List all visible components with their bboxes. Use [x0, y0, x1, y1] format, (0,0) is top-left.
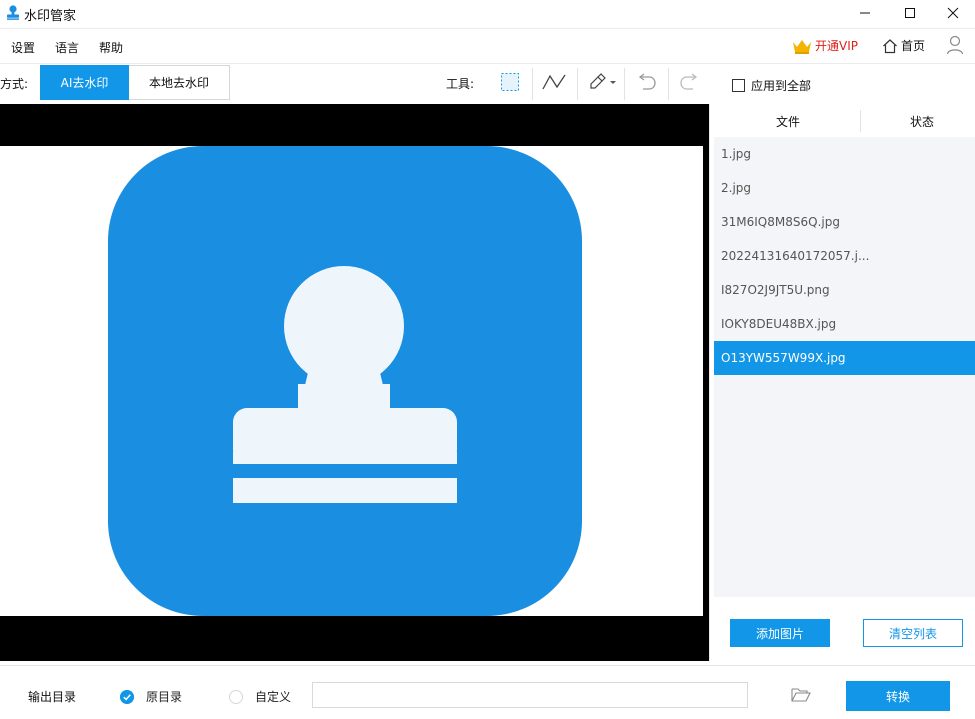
vip-button[interactable]: 开通VIP: [792, 37, 858, 54]
add-image-button[interactable]: 添加图片: [730, 619, 830, 647]
menu-language[interactable]: 语言: [55, 39, 79, 56]
tools-label: 工具:: [446, 77, 475, 91]
file-list: 1.jpg 2.jpg 31M6IQ8M8S6Q.jpg 20224131640…: [714, 137, 975, 597]
apply-all-checkbox[interactable]: [732, 79, 745, 92]
convert-button[interactable]: 转换: [846, 681, 950, 711]
file-row[interactable]: 1.jpg: [714, 137, 975, 171]
column-divider: [860, 110, 861, 132]
stamp-image-icon: [108, 146, 582, 616]
rect-select-tool[interactable]: [490, 66, 530, 98]
minimize-icon: [860, 12, 870, 14]
toolbar-divider: [532, 68, 533, 100]
menu-help[interactable]: 帮助: [99, 39, 123, 56]
maximize-button[interactable]: [888, 0, 932, 26]
output-bar: 输出目录 原目录 自定义 转换: [0, 665, 975, 719]
original-dir-label: 原目录: [146, 690, 183, 704]
undo-icon: [638, 73, 656, 90]
radio-checked-icon[interactable]: [120, 689, 134, 704]
original-dir-option[interactable]: 原目录: [120, 688, 182, 705]
ai-remove-tab[interactable]: AI去水印: [40, 65, 129, 100]
apply-all-label: 应用到全部: [751, 79, 812, 93]
file-panel: 文件 状态 1.jpg 2.jpg 31M6IQ8M8S6Q.jpg 20224…: [709, 104, 975, 661]
brush-icon: [590, 73, 616, 89]
close-icon: [947, 7, 959, 19]
custom-dir-option[interactable]: 自定义: [229, 688, 291, 705]
polyline-tool[interactable]: [534, 66, 574, 98]
output-path-input[interactable]: [312, 682, 748, 708]
local-remove-tab[interactable]: 本地去水印: [129, 65, 230, 100]
custom-dir-label: 自定义: [255, 690, 292, 704]
mode-label: 方式:: [0, 77, 29, 91]
home-label: 首页: [901, 39, 926, 53]
rect-select-icon: [501, 73, 519, 91]
window-title: 水印管家: [24, 9, 77, 24]
home-button[interactable]: 首页: [882, 37, 925, 54]
file-row[interactable]: 31M6IQ8M8S6Q.jpg: [714, 205, 975, 239]
file-row[interactable]: I827O2J9JT5U.png: [714, 273, 975, 307]
menu-bar: 设置 语言 帮助 开通VIP 首页: [0, 28, 975, 64]
toolbar-divider: [668, 68, 669, 100]
folder-open-icon[interactable]: [791, 686, 811, 702]
file-row[interactable]: IOKY8DEU48BX.jpg: [714, 307, 975, 341]
close-button[interactable]: [931, 0, 975, 26]
undo-button[interactable]: [626, 66, 666, 98]
vip-label: 开通VIP: [815, 39, 858, 53]
title-bar: 水印管家: [0, 0, 975, 26]
toolbar-divider: [624, 68, 625, 100]
apply-all-option[interactable]: 应用到全部: [732, 77, 811, 94]
redo-icon: [680, 73, 698, 90]
file-list-header: 文件 状态: [710, 104, 975, 136]
app-logo-icon: [7, 5, 19, 20]
radio-unchecked-icon[interactable]: [229, 689, 243, 704]
brush-tool[interactable]: [578, 66, 624, 98]
file-row[interactable]: 2.jpg: [714, 171, 975, 205]
preview-image: [0, 146, 703, 616]
file-row-selected[interactable]: O13YW557W99X.jpg: [714, 341, 975, 375]
column-file: 文件: [776, 115, 801, 129]
file-row[interactable]: 20224131640172057.j...: [714, 239, 975, 273]
output-dir-label: 输出目录: [28, 690, 77, 704]
image-preview-canvas[interactable]: [0, 104, 709, 661]
column-status: 状态: [910, 115, 935, 129]
clear-list-button[interactable]: 清空列表: [863, 619, 963, 647]
polyline-icon: [542, 74, 566, 90]
menu-settings[interactable]: 设置: [11, 39, 35, 56]
user-icon[interactable]: [946, 35, 964, 55]
crown-icon: [793, 39, 811, 54]
home-icon: [883, 38, 897, 53]
maximize-icon: [905, 8, 915, 18]
redo-button[interactable]: [670, 66, 710, 98]
minimize-button[interactable]: [843, 0, 887, 26]
